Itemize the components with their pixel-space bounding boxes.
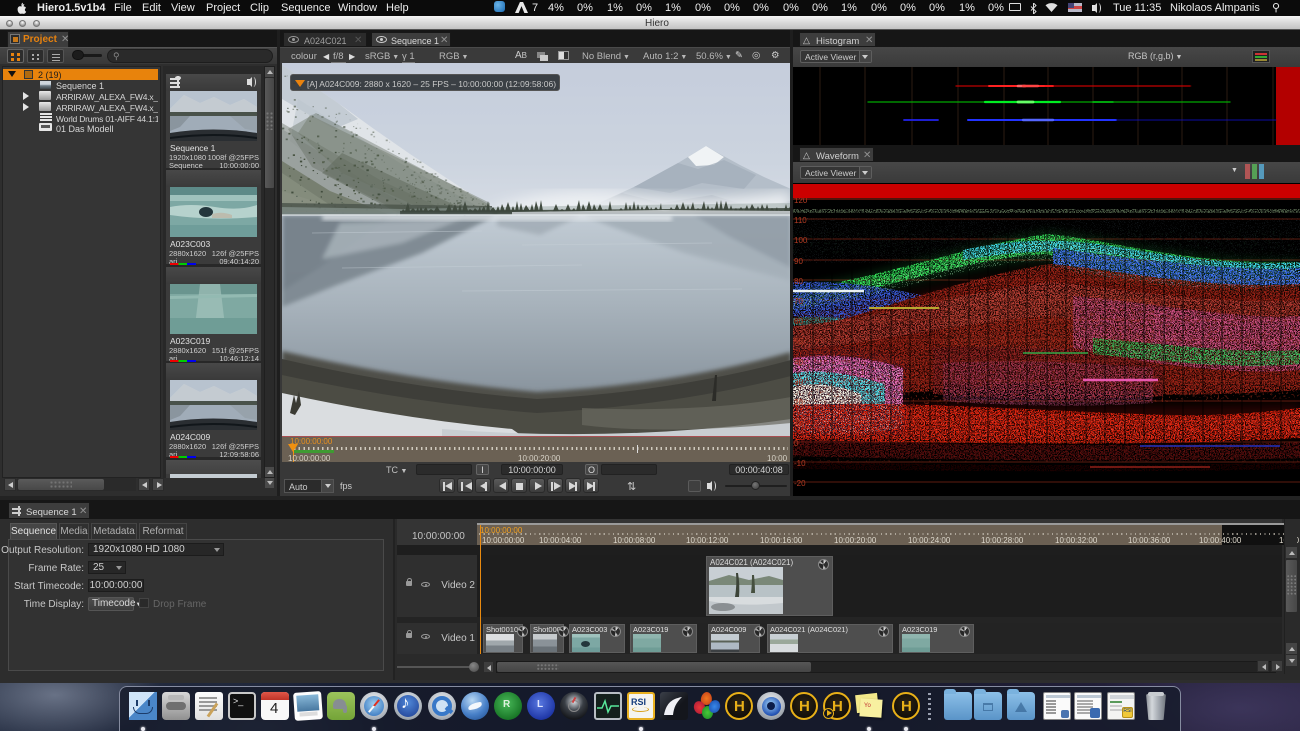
svg-text:-20: -20 (794, 479, 806, 488)
svg-text:110: 110 (794, 216, 807, 225)
svg-text:120: 120 (794, 198, 808, 205)
svg-text:70: 70 (794, 297, 803, 306)
svg-text:30: 30 (794, 378, 803, 387)
svg-text:40: 40 (794, 358, 803, 367)
svg-text:60: 60 (794, 317, 803, 326)
svg-text:80: 80 (794, 277, 803, 286)
svg-text:100: 100 (794, 236, 808, 245)
svg-text:50: 50 (794, 337, 803, 346)
svg-text:0: 0 (794, 439, 799, 448)
svg-text:90: 90 (794, 257, 803, 266)
svg-text:-10: -10 (794, 459, 806, 468)
svg-text:10: 10 (794, 418, 803, 427)
svg-text:20: 20 (794, 398, 803, 407)
